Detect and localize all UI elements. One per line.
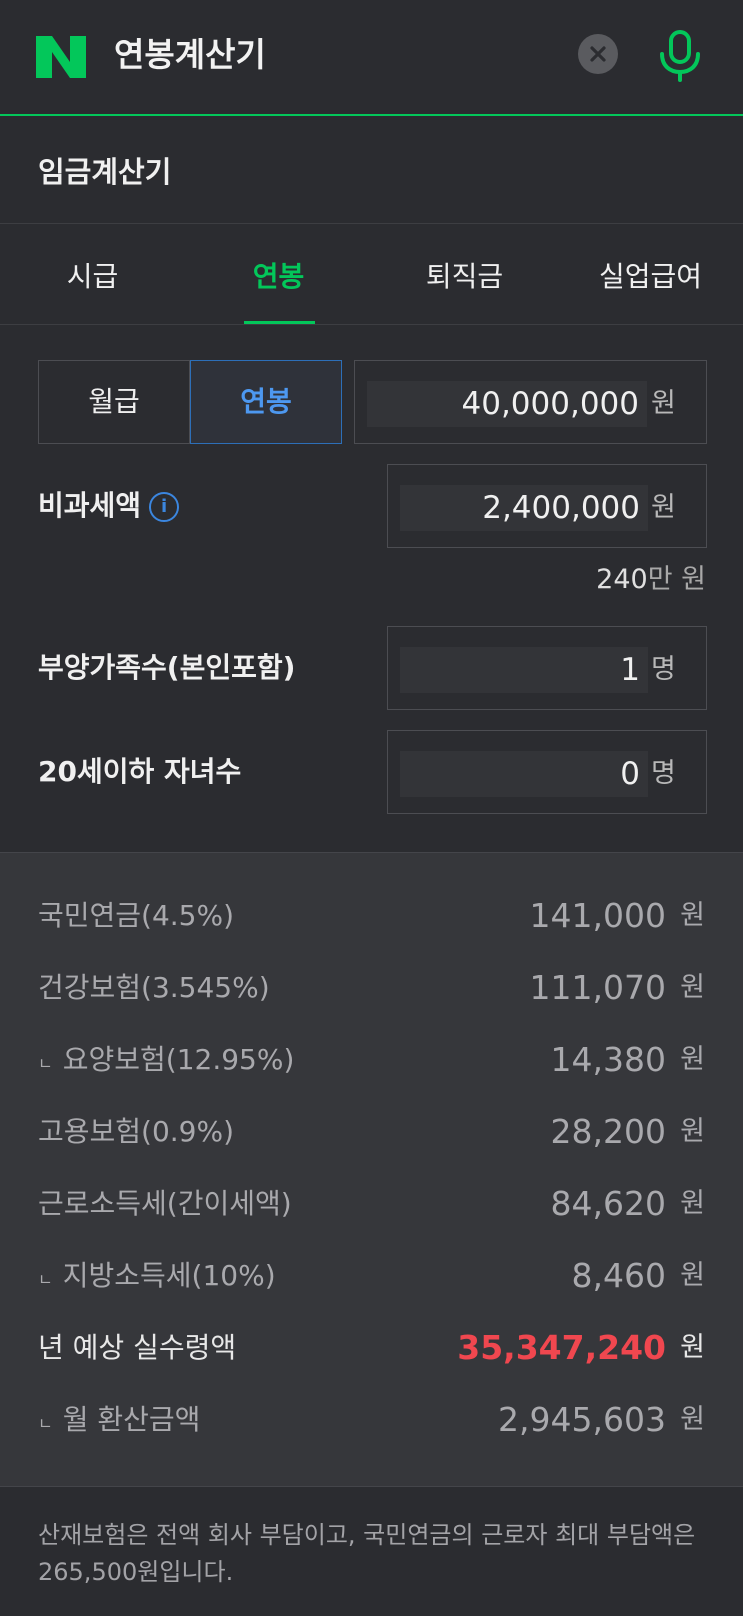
annual-net-value: 35,347,240 [457,1328,666,1367]
result-unit: 원 [680,1332,705,1363]
result-label-text: 지방소득세(10%) [62,1259,276,1292]
result-row-local-income-tax: ㄴ 지방소득세(10%) 8,460 원 [0,1251,743,1301]
result-label-text: 월 환산금액 [62,1403,201,1436]
children-label: 20세이하 자녀수 [38,755,242,788]
result-value: 111,070 [529,968,666,1007]
result-value: 84,620 [550,1184,666,1223]
nontaxable-unit: 원 [651,492,676,523]
result-label: ㄴ 요양보험(12.95%) [38,1035,294,1089]
result-label: ㄴ 지방소득세(10%) [38,1251,276,1305]
sub-item-marker: ㄴ [38,1054,53,1073]
dependents-input[interactable]: 1 [400,647,648,693]
pay-type-monthly-button[interactable]: 월급 [38,360,190,444]
result-value: 28,200 [550,1112,666,1151]
result-unit: 원 [680,972,705,1003]
result-label: 고용보험(0.9%) [38,1115,235,1148]
children-field: 0 명 [387,730,707,814]
tab-severance[interactable]: 퇴직금 [372,225,557,325]
result-unit: 원 [680,1404,705,1435]
results-panel: 국민연금(4.5%) 141,000 원 건강보험(3.545%) 111,07… [0,852,743,1486]
result-value: 8,460 [571,1256,666,1295]
result-label: 근로소득세(간이세액) [38,1187,292,1220]
result-row-annual-net: 년 예상 실수령액 35,347,240 원 [0,1323,743,1373]
notice-text: 산재보험은 전액 회사 부담이고, 국민연금의 근로자 최대 부담액은 265,… [38,1521,696,1586]
result-unit: 원 [680,1188,705,1219]
hint-number: 240 [596,564,648,595]
pay-type-annual-button[interactable]: 연봉 [190,360,342,444]
result-label-text: 요양보험(12.95%) [62,1043,295,1076]
section-title: 임금계산기 [38,155,172,189]
app-title: 연봉계산기 [114,35,266,74]
close-icon[interactable] [578,34,618,74]
nontaxable-field: 2,400,000 원 [387,464,707,548]
nontaxable-input[interactable]: 2,400,000 [400,485,648,531]
result-unit: 원 [680,1044,705,1075]
result-value: 14,380 [550,1040,666,1079]
salary-input[interactable]: 40,000,000 [367,381,647,427]
sub-item-marker: ㄴ [38,1270,53,1289]
result-label: 건강보험(3.545%) [38,971,270,1004]
dependents-field: 1 명 [387,626,707,710]
result-unit: 원 [680,1260,705,1291]
result-value: 141,000 [529,896,666,935]
result-label: ㄴ 월 환산금액 [38,1395,200,1449]
hint-unit: 원 [681,564,706,595]
result-row-national-pension: 국민연금(4.5%) 141,000 원 [0,891,743,941]
salary-field: 40,000,000 원 [354,360,707,444]
calculator-tabs: 시급 연봉 퇴직금 실업급여 [0,225,743,325]
children-unit: 명 [651,758,676,789]
result-row-health-insurance: 건강보험(3.545%) 111,070 원 [0,963,743,1013]
microphone-icon[interactable] [656,28,704,84]
result-label: 년 예상 실수령액 [38,1331,237,1364]
children-input[interactable]: 0 [400,751,648,797]
nontaxable-label-text: 비과세액 [38,489,142,522]
active-tab-indicator [244,321,315,324]
hint-man: 만 [647,564,673,595]
tab-hourly[interactable]: 시급 [0,225,185,325]
result-row-monthly-converted: ㄴ 월 환산금액 2,945,603 원 [0,1395,743,1445]
sub-item-marker: ㄴ [38,1414,53,1433]
tab-unemployment[interactable]: 실업급여 [558,225,743,325]
notice-section: 산재보험은 전액 회사 부담이고, 국민연금의 근로자 최대 부담액은 265,… [0,1486,743,1616]
salary-unit: 원 [651,388,676,419]
result-row-employment-insurance: 고용보험(0.9%) 28,200 원 [0,1107,743,1157]
result-label: 국민연금(4.5%) [38,899,235,932]
info-icon[interactable]: i [149,492,180,522]
result-unit: 원 [680,900,705,931]
section-header: 임금계산기 [0,116,743,224]
naver-logo[interactable] [34,34,88,80]
app-header: 연봉계산기 [0,0,743,116]
tab-annual-salary[interactable]: 연봉 [186,225,371,325]
dependents-label: 부양가족수(본인포함) [38,651,296,684]
result-row-income-tax: 근로소득세(간이세액) 84,620 원 [0,1179,743,1229]
nontaxable-hint: 240만 원 [596,560,706,600]
dependents-unit: 명 [651,654,676,685]
result-value: 2,945,603 [498,1400,666,1439]
result-row-care-insurance: ㄴ 요양보험(12.95%) 14,380 원 [0,1035,743,1085]
result-unit: 원 [680,1116,705,1147]
nontaxable-label: 비과세액 i [38,486,180,526]
